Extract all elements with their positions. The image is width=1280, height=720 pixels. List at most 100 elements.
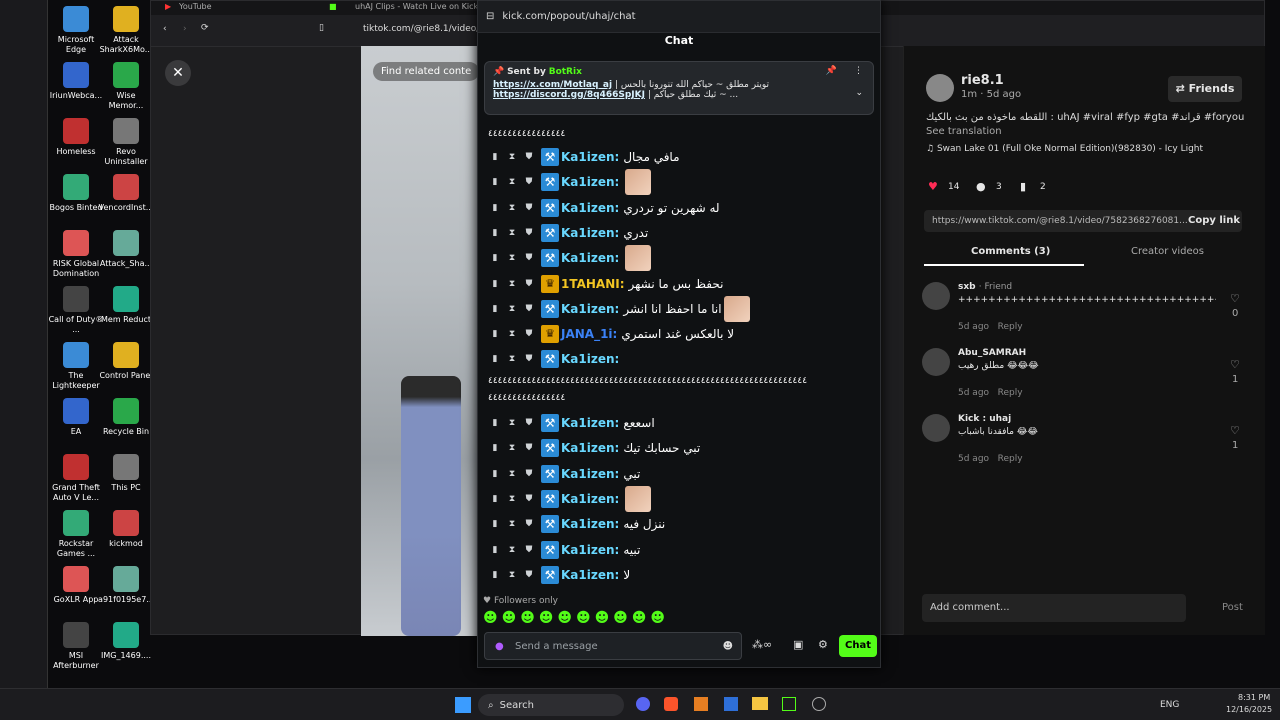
- chat-message[interactable]: ▮ ⧗ ⛊ ⚒ Ka1izen: اسععع: [490, 412, 655, 434]
- desktop-icon[interactable]: GoXLR App: [48, 566, 104, 605]
- points-icon[interactable]: ⁂∞: [752, 638, 772, 651]
- chat-message[interactable]: ▮ ⧗ ⛊ ⚒ Ka1izen:: [490, 348, 623, 370]
- chat-message[interactable]: ▮ ⧗ ⛊ ⚒ Ka1izen: تدري: [490, 222, 648, 244]
- app-icon[interactable]: [694, 697, 708, 711]
- trash-icon[interactable]: ▮: [490, 304, 500, 314]
- desktop-icon[interactable]: RISK Global Domination: [48, 230, 104, 279]
- pinned-link-discord[interactable]: https://discord.gg/8q466SpJKJ: [493, 90, 645, 100]
- desktop-icon[interactable]: Control Panel: [98, 342, 154, 381]
- ban-icon[interactable]: ⛊: [524, 354, 534, 364]
- timeout-icon[interactable]: ⧗: [507, 304, 517, 314]
- chat-username[interactable]: Ka1izen:: [561, 568, 619, 582]
- emote-bar[interactable]: ☻☻☻☻☻☻☻☻☻☻: [483, 610, 669, 626]
- ban-icon[interactable]: ⛊: [524, 152, 534, 162]
- pinned-link-x[interactable]: https://x.com/Motlaq_aj: [493, 80, 612, 90]
- chat-username[interactable]: Ka1izen:: [561, 352, 619, 366]
- emoji-icon[interactable]: ☻: [723, 641, 733, 652]
- site-info-icon[interactable]: ⊟: [486, 11, 494, 22]
- timeout-icon[interactable]: ⧗: [507, 329, 517, 339]
- reload-icon[interactable]: ⟳: [201, 23, 209, 33]
- ban-icon[interactable]: ⛊: [524, 469, 534, 479]
- music-info[interactable]: ♫ Swan Lake 01 (Full Oke Normal Edition)…: [926, 144, 1203, 154]
- trash-icon[interactable]: ▮: [490, 494, 500, 504]
- desktop-icon[interactable]: Recycle Bin: [98, 398, 154, 437]
- mic-icon[interactable]: ●: [495, 641, 504, 652]
- trash-icon[interactable]: ▮: [490, 177, 500, 187]
- trash-icon[interactable]: ▮: [490, 443, 500, 453]
- trash-icon[interactable]: ▮: [490, 253, 500, 263]
- close-video-button[interactable]: ✕: [165, 60, 191, 86]
- find-related-button[interactable]: Find related conte: [373, 62, 480, 81]
- avatar[interactable]: [922, 348, 950, 376]
- trash-icon[interactable]: ▮: [490, 228, 500, 238]
- chat-message[interactable]: ▮ ⧗ ⛊ ⚒ Ka1izen: له شهرين تو تردري: [490, 197, 720, 219]
- timeout-icon[interactable]: ⧗: [507, 519, 517, 529]
- desktop-icon[interactable]: Microsoft Edge: [48, 6, 104, 55]
- timeout-icon[interactable]: ⧗: [507, 418, 517, 428]
- chevron-down-icon[interactable]: ⌄: [855, 88, 863, 98]
- reply-button[interactable]: Reply: [998, 388, 1023, 398]
- desktop-icon[interactable]: kickmod: [98, 510, 154, 549]
- unpin-icon[interactable]: 📌: [826, 66, 837, 76]
- ban-icon[interactable]: ⛊: [524, 519, 534, 529]
- timeout-icon[interactable]: ⧗: [507, 253, 517, 263]
- trash-icon[interactable]: ▮: [490, 519, 500, 529]
- trash-icon[interactable]: ▮: [490, 469, 500, 479]
- tab-comments[interactable]: Comments (3): [971, 246, 1050, 257]
- discord-icon[interactable]: [636, 697, 650, 711]
- more-icon[interactable]: ⋮: [854, 66, 863, 76]
- ban-icon[interactable]: ⛊: [524, 253, 534, 263]
- chat-username[interactable]: Ka1izen:: [561, 201, 619, 215]
- desktop-icon[interactable]: Rockstar Games ...: [48, 510, 104, 559]
- avatar[interactable]: [922, 282, 950, 310]
- see-translation-link[interactable]: See translation: [926, 126, 1002, 137]
- ban-icon[interactable]: ⛊: [524, 279, 534, 289]
- add-comment-input[interactable]: Add comment...: [922, 594, 1186, 622]
- ban-icon[interactable]: ⛊: [524, 443, 534, 453]
- chat-username[interactable]: Ka1izen:: [561, 175, 619, 189]
- timeout-icon[interactable]: ⧗: [507, 228, 517, 238]
- chat-message[interactable]: ▮ ⧗ ⛊ ⚒ Ka1izen: انا ما احفظ انا انشر: [490, 295, 750, 322]
- tab-creator-videos[interactable]: Creator videos: [1131, 246, 1204, 257]
- desktop-icon[interactable]: Revo Uninstaller: [98, 118, 154, 167]
- desktop-icon[interactable]: a91f0195e7...: [98, 566, 154, 605]
- message-input[interactable]: ● Send a message ☻: [484, 632, 742, 660]
- tab-kick[interactable]: uhAJ Clips - Watch Live on Kick: [355, 2, 478, 11]
- taskbar-search[interactable]: ⌕ Search: [478, 694, 624, 716]
- trash-icon[interactable]: ▮: [490, 203, 500, 213]
- ban-icon[interactable]: ⛊: [524, 203, 534, 213]
- clock-date[interactable]: 12/16/2025: [1226, 705, 1272, 714]
- chat-message[interactable]: ▮ ⧗ ⛊ ⚒ Ka1izen: تبي حسابك تيك: [490, 437, 700, 459]
- chat-message[interactable]: ▮ ⧗ ⛊ ⚒ Ka1izen: ننزل فيه: [490, 513, 665, 535]
- desktop-icon[interactable]: Call of Duty® ...: [48, 286, 104, 335]
- post-button[interactable]: Post: [1222, 602, 1243, 613]
- desktop-icon[interactable]: Bogos Binted: [48, 174, 104, 213]
- terminal-icon[interactable]: [782, 697, 796, 711]
- desktop-icon[interactable]: Wise Memor...: [98, 62, 154, 111]
- desktop-icon[interactable]: Attack SharkX6Mo...: [98, 6, 154, 55]
- desktop-icon[interactable]: IriunWebca...: [48, 62, 104, 101]
- pinned-message[interactable]: 📌 Sent by BotRix https://x.com/Motlaq_aj…: [484, 61, 874, 115]
- video-player[interactable]: Find related conte: [361, 46, 480, 636]
- trash-icon[interactable]: ▮: [490, 418, 500, 428]
- chat-message[interactable]: ▮ ⧗ ⛊ ♛ JANA_1i: لا بالعكس غند استمري: [490, 323, 734, 345]
- trash-icon[interactable]: ▮: [490, 354, 500, 364]
- ban-icon[interactable]: ⛊: [524, 545, 534, 555]
- timeout-icon[interactable]: ⧗: [507, 177, 517, 187]
- avatar[interactable]: [922, 414, 950, 442]
- chat-message[interactable]: ▮ ⧗ ⛊ ⚒ Ka1izen: لا: [490, 564, 630, 586]
- chat-username[interactable]: Ka1izen:: [561, 517, 619, 531]
- reply-button[interactable]: Reply: [998, 454, 1023, 464]
- desktop-icon[interactable]: Attack_Sha...: [98, 230, 154, 269]
- chat-message[interactable]: ▮ ⧗ ⛊ ⚒ Ka1izen:: [490, 169, 652, 196]
- brave-icon[interactable]: [664, 697, 678, 711]
- chat-send-button[interactable]: Chat: [839, 635, 877, 657]
- timeout-icon[interactable]: ⧗: [507, 545, 517, 555]
- bookmark-icon[interactable]: ▮: [1020, 180, 1026, 193]
- chat-message[interactable]: ▮ ⧗ ⛊ ♛ 1TAHANI: نحفظ بس ما نشهر: [490, 273, 723, 295]
- chat-message[interactable]: ▮ ⧗ ⛊ ⚒ Ka1izen:: [490, 245, 652, 272]
- trash-icon[interactable]: ▮: [490, 279, 500, 289]
- timeout-icon[interactable]: ⧗: [507, 443, 517, 453]
- timeout-icon[interactable]: ⧗: [507, 152, 517, 162]
- chat-username[interactable]: JANA_1i:: [561, 327, 617, 341]
